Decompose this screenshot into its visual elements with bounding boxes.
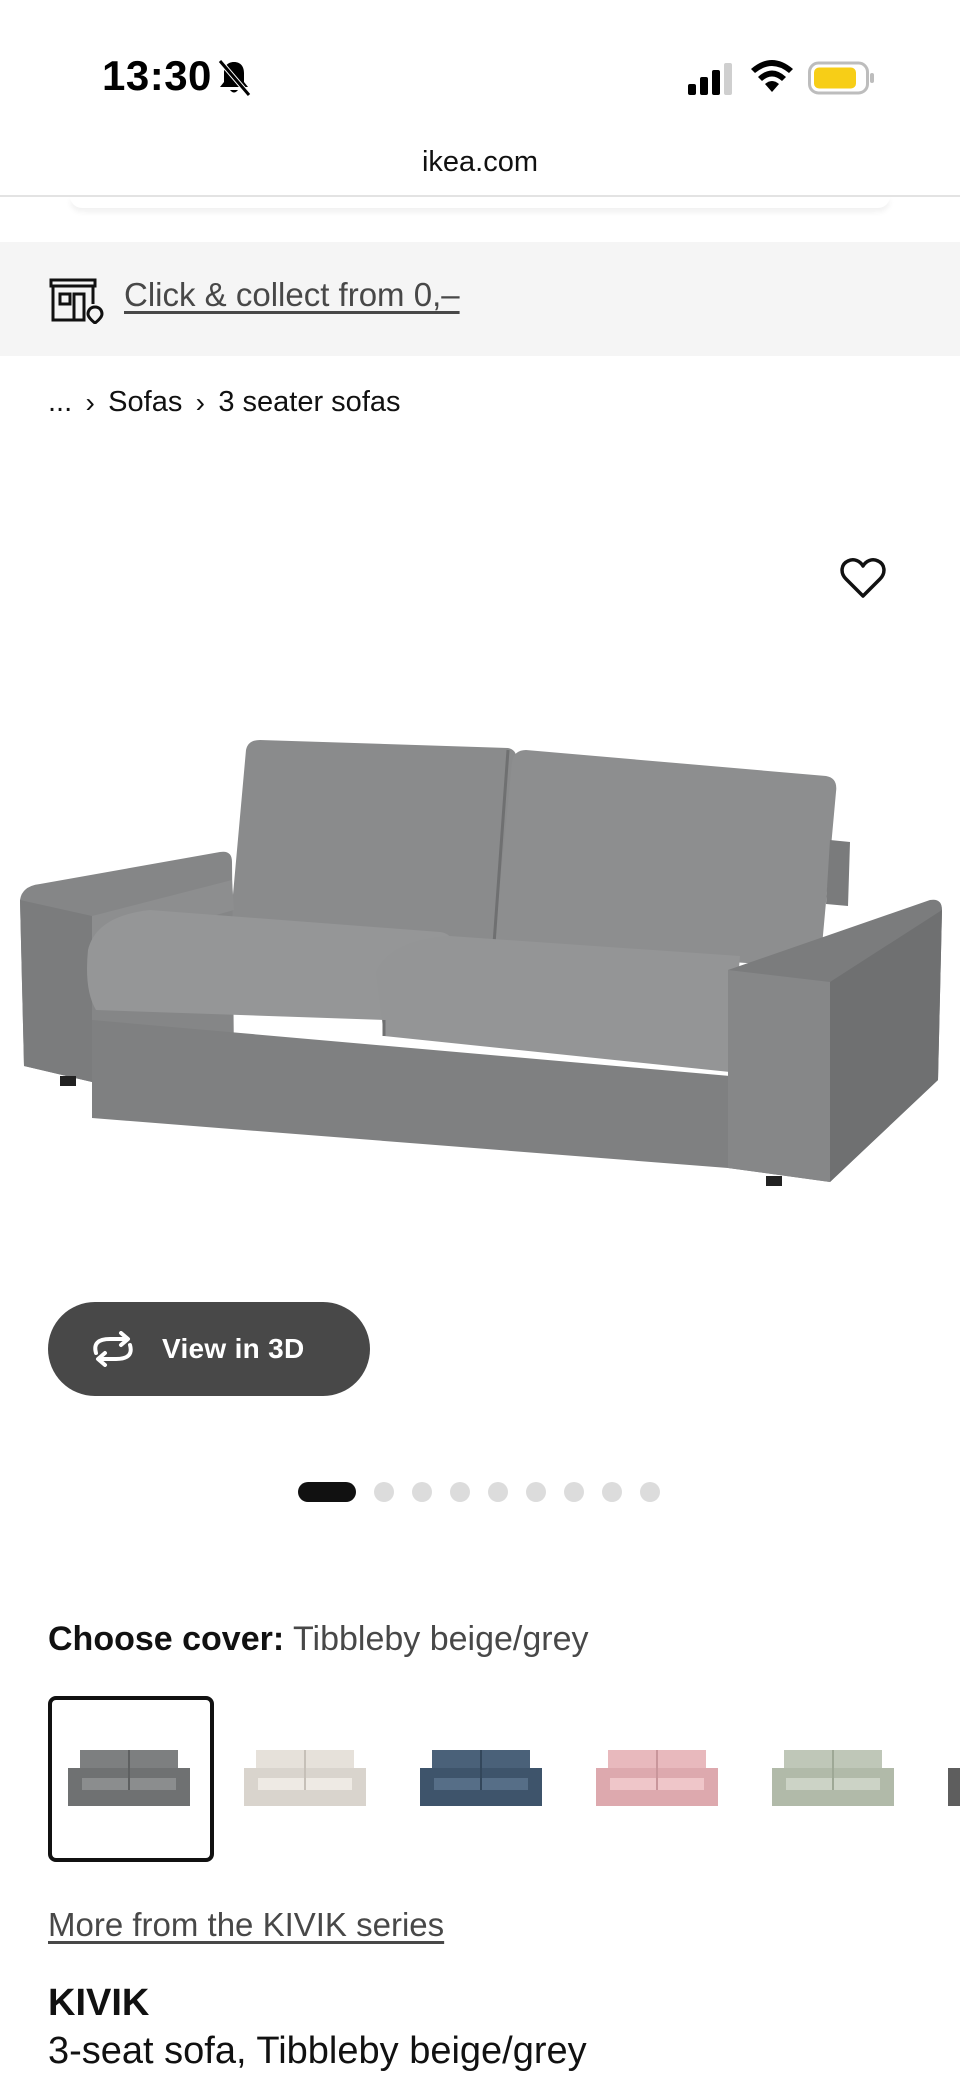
click-collect-banner: Click & collect from 0,–	[0, 242, 960, 356]
view-in-3d-label: View in 3D	[162, 1333, 305, 1364]
carousel-dot[interactable]	[488, 1482, 508, 1502]
sofa-thumbnail	[244, 1750, 366, 1806]
product-name: KIVIK	[48, 1982, 150, 2024]
battery-icon	[808, 61, 874, 95]
store-icon	[49, 278, 104, 324]
carousel-dot[interactable]	[412, 1482, 432, 1502]
carousel-dot[interactable]	[450, 1482, 470, 1502]
choose-cover-heading: Choose cover: Tibbleby beige/grey	[48, 1620, 589, 1659]
sofa-thumbnail	[948, 1768, 960, 1806]
rotate-3d-icon	[93, 1331, 133, 1367]
sofa-thumbnail	[772, 1750, 894, 1806]
carousel-dot[interactable]	[640, 1482, 660, 1502]
breadcrumb-sofas[interactable]: Sofas	[108, 386, 182, 419]
breadcrumb-3-seater-sofas[interactable]: 3 seater sofas	[218, 386, 400, 419]
sofa-thumbnail	[420, 1750, 542, 1806]
cover-swatch-dark[interactable]	[928, 1696, 960, 1862]
product-image[interactable]	[0, 720, 960, 1200]
carousel-dot-active[interactable]	[298, 1482, 356, 1502]
heart-icon[interactable]	[840, 556, 886, 600]
cover-swatches	[48, 1696, 960, 1862]
click-collect-link[interactable]: Click & collect from 0,–	[124, 276, 460, 314]
breadcrumb-ellipsis[interactable]: ...	[48, 386, 72, 419]
browser-url[interactable]: ikea.com	[0, 146, 960, 179]
image-carousel-dots	[298, 1482, 678, 1502]
cover-swatch-grey[interactable]	[48, 1696, 214, 1862]
view-in-3d-button[interactable]: View in 3D	[48, 1302, 370, 1396]
header-edge	[70, 196, 890, 208]
product-description: 3-seat sofa, Tibbleby beige/grey	[48, 2030, 587, 2072]
carousel-dot[interactable]	[526, 1482, 546, 1502]
breadcrumb-separator: ›	[195, 386, 205, 418]
cover-swatch-pink[interactable]	[576, 1696, 742, 1862]
bell-off-icon	[218, 59, 251, 97]
sofa-thumbnail	[68, 1750, 190, 1806]
sofa-thumbnail	[596, 1750, 718, 1806]
status-time: 13:30	[102, 52, 212, 99]
breadcrumb-separator: ›	[85, 386, 95, 418]
carousel-dot[interactable]	[374, 1482, 394, 1502]
wifi-icon	[751, 60, 793, 92]
choose-cover-value: Tibbleby beige/grey	[293, 1620, 589, 1658]
cover-swatch-beige[interactable]	[224, 1696, 390, 1862]
cover-swatch-blue[interactable]	[400, 1696, 566, 1862]
choose-cover-label: Choose cover:	[48, 1620, 285, 1658]
signal-icon	[688, 63, 732, 95]
breadcrumb: ... › Sofas › 3 seater sofas	[48, 386, 401, 419]
series-link[interactable]: More from the KIVIK series	[48, 1906, 444, 1944]
cover-swatch-green[interactable]	[752, 1696, 918, 1862]
status-bar: 13:30 ikea.com	[0, 0, 960, 178]
carousel-dot[interactable]	[602, 1482, 622, 1502]
carousel-dot[interactable]	[564, 1482, 584, 1502]
